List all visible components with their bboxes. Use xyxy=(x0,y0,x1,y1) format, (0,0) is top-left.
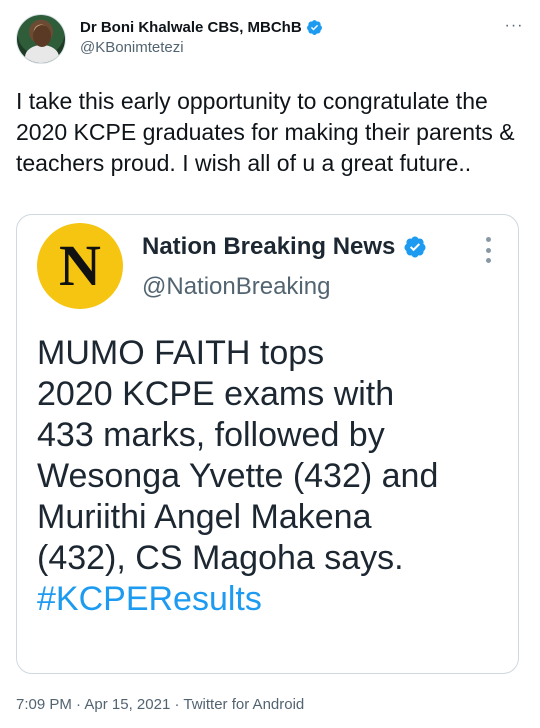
meta-separator: · xyxy=(76,696,82,713)
quoted-name-row: Nation Breaking News xyxy=(142,233,427,261)
more-options-icon[interactable]: ··· xyxy=(504,18,524,40)
verified-badge-icon xyxy=(306,20,322,35)
tweet-time[interactable]: 7:09 PM xyxy=(16,696,72,713)
nation-logo: N xyxy=(37,223,123,309)
author-handle[interactable]: @KBonimtetezi xyxy=(80,39,323,56)
author-avatar[interactable] xyxy=(16,14,66,64)
quoted-display-name: Nation Breaking News xyxy=(142,233,396,260)
tweet-header: Dr Boni Khalwale CBS, MBChB @KBonimtetez… xyxy=(16,14,524,64)
author-names: Dr Boni Khalwale CBS, MBChB @KBonimtetez… xyxy=(80,19,323,56)
quoted-media-card[interactable]: N Nation Breaking News @NationBreaking M… xyxy=(16,214,519,674)
avatar-shirt-shape xyxy=(25,45,59,63)
quoted-tweet-text: MUMO FAITH tops 2020 KCPE exams with 433… xyxy=(37,333,507,620)
display-name-row: Dr Boni Khalwale CBS, MBChB xyxy=(80,19,323,36)
nation-logo-letter: N xyxy=(59,233,101,298)
tweet-source[interactable]: Twitter for Android xyxy=(183,696,304,713)
tweet-metadata: 7:09 PM · Apr 15, 2021 · Twitter for And… xyxy=(16,696,304,713)
quoted-hashtag: #KCPEResults xyxy=(37,580,262,618)
avatar-face-shape xyxy=(33,25,51,47)
quoted-handle: @NationBreaking xyxy=(142,273,331,300)
meta-separator: · xyxy=(174,696,180,713)
quoted-more-icon xyxy=(484,237,492,263)
quoted-verified-badge-icon xyxy=(404,236,426,258)
author-display-name[interactable]: Dr Boni Khalwale CBS, MBChB xyxy=(80,19,302,36)
tweet-date[interactable]: Apr 15, 2021 xyxy=(84,696,170,713)
quoted-text-body: MUMO FAITH tops 2020 KCPE exams with 433… xyxy=(37,334,439,577)
tweet-text: I take this early opportunity to congrat… xyxy=(16,88,515,176)
